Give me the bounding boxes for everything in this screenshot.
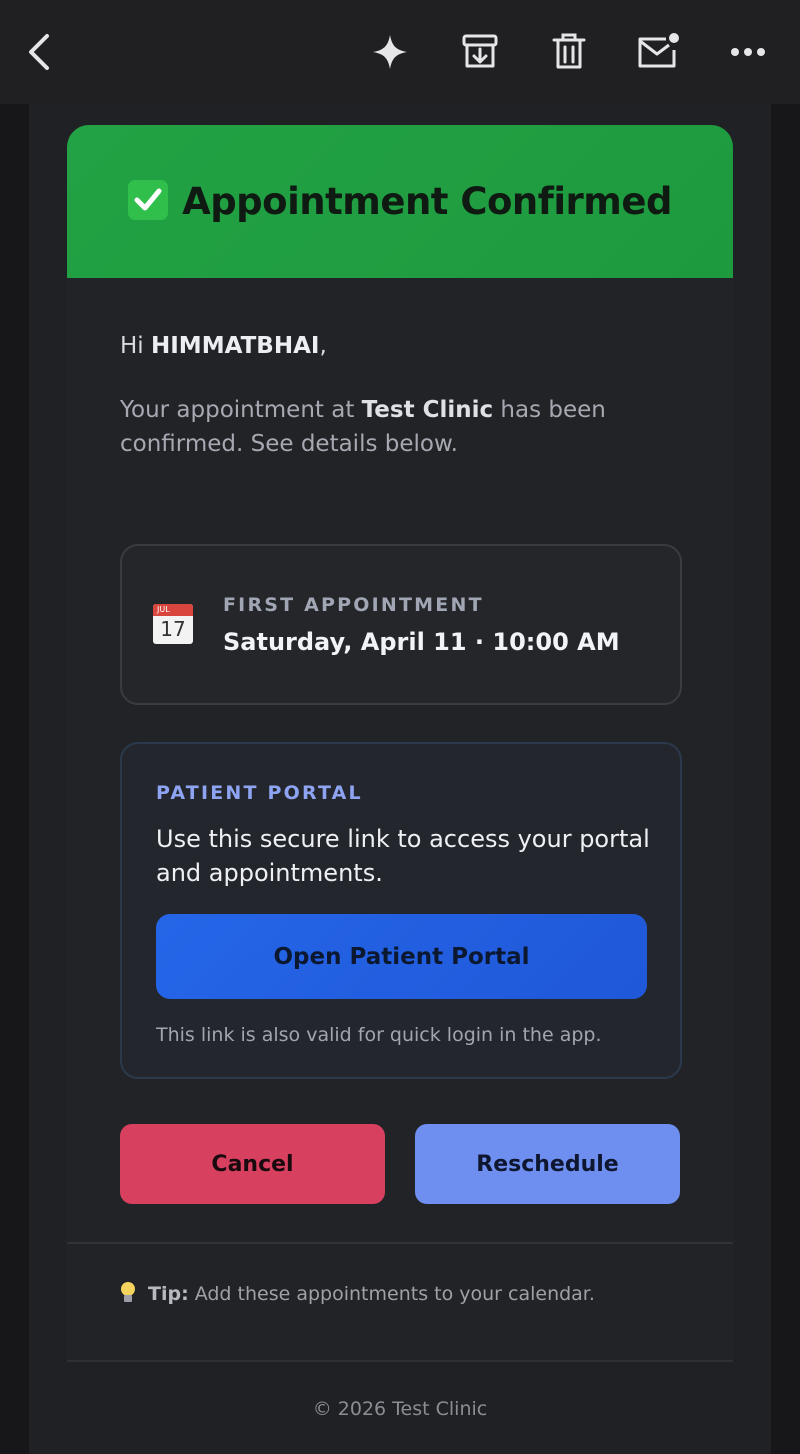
cancel-button[interactable]: Cancel (120, 1124, 385, 1204)
reschedule-button-label: Reschedule (476, 1151, 619, 1177)
intro-before: Your appointment at (120, 397, 362, 423)
portal-note: This link is also valid for quick login … (156, 1024, 602, 1046)
calendar-month: JUL (153, 604, 193, 616)
patient-portal-box: PATIENT PORTAL Use this secure link to a… (120, 742, 682, 1079)
portal-label: PATIENT PORTAL (156, 782, 363, 804)
tip-label: Tip: (148, 1283, 189, 1305)
cancel-button-label: Cancel (211, 1151, 294, 1177)
mark-unread-icon[interactable] (632, 26, 684, 78)
email-card: Appointment Confirmed Hi HIMMATBHAI, You… (67, 125, 733, 1360)
clinic-name: Test Clinic (361, 397, 494, 423)
header-title: Appointment Confirmed (128, 180, 672, 223)
trash-icon[interactable] (543, 26, 595, 78)
greeting-prefix: Hi (120, 333, 151, 359)
portal-button-label: Open Patient Portal (273, 943, 530, 970)
calendar-icon: JUL 17 (153, 604, 193, 644)
sparkle-icon[interactable] (364, 26, 416, 78)
lightbulb-icon (120, 1282, 136, 1304)
back-icon[interactable] (14, 26, 66, 78)
tip-text: Add these appointments to your calendar. (188, 1283, 595, 1305)
header-title-text: Appointment Confirmed (182, 180, 672, 223)
footer-copyright: © 2026 Test Clinic (312, 1398, 488, 1420)
reschedule-button[interactable]: Reschedule (415, 1124, 680, 1204)
header-banner: Appointment Confirmed (67, 125, 733, 278)
divider (67, 1242, 733, 1244)
footer-divider (67, 1360, 733, 1362)
open-patient-portal-button[interactable]: Open Patient Portal (156, 914, 647, 999)
intro-text: Your appointment at Test Clinic has been… (120, 393, 700, 461)
top-toolbar (0, 0, 800, 104)
appointment-label: FIRST APPOINTMENT (223, 594, 484, 616)
appointment-datetime: Saturday, April 11 · 10:00 AM (223, 628, 620, 656)
portal-description: Use this secure link to access your port… (156, 825, 650, 887)
email-app: Appointment Confirmed Hi HIMMATBHAI, You… (0, 0, 800, 1454)
greeting: Hi HIMMATBHAI, (120, 333, 327, 359)
tip: Tip: Add these appointments to your cale… (120, 1282, 595, 1305)
more-icon[interactable] (722, 26, 774, 78)
patient-name: HIMMATBHAI (151, 333, 320, 359)
calendar-day: 17 (160, 617, 186, 641)
greeting-suffix: , (319, 333, 327, 359)
appointment-box: JUL 17 FIRST APPOINTMENT Saturday, April… (120, 544, 682, 705)
archive-icon[interactable] (454, 26, 506, 78)
checkmark-icon (128, 180, 169, 220)
